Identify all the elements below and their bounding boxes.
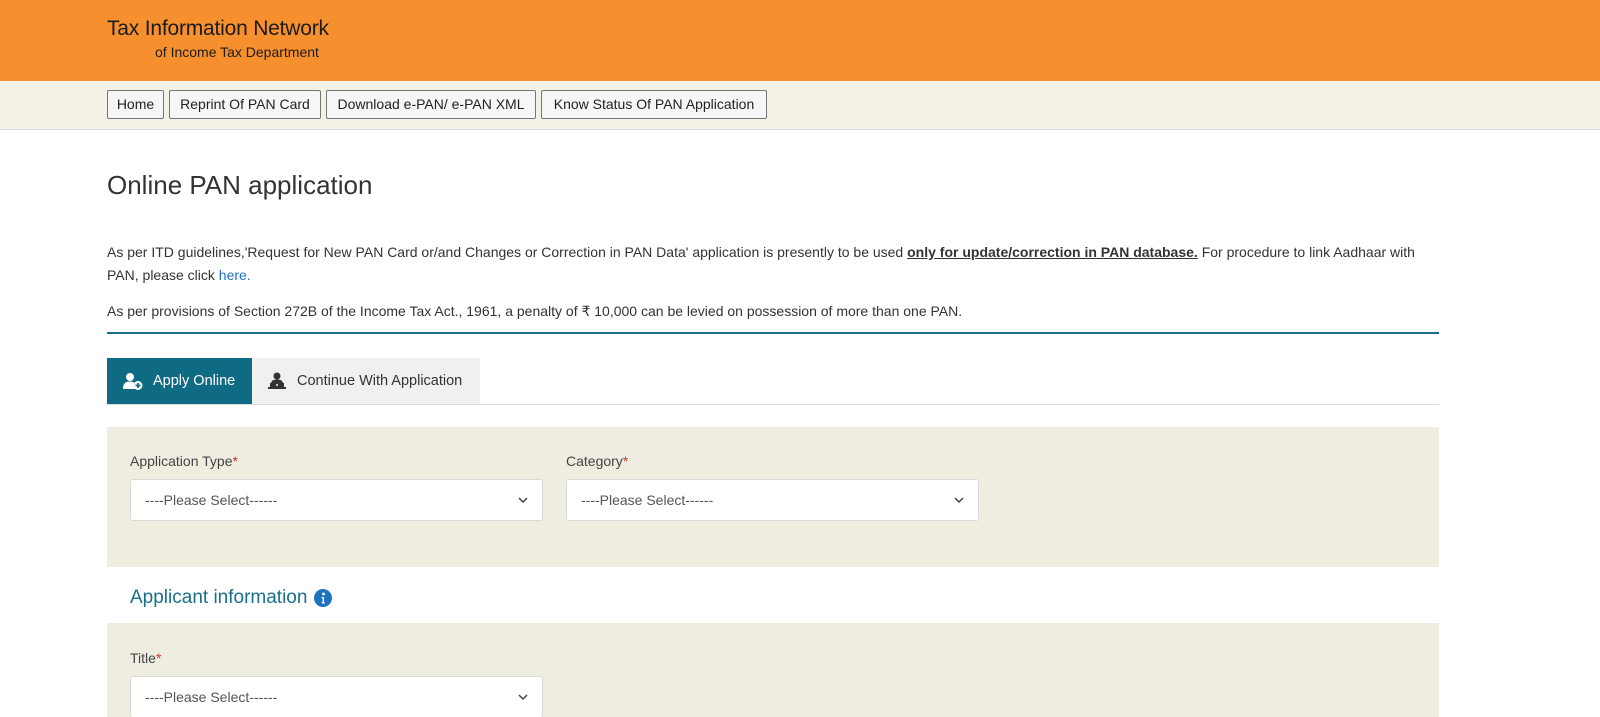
tab-continue-label: Continue With Application [297, 373, 463, 389]
penalty-notice: As per provisions of Section 272B of the… [107, 303, 963, 319]
application-type-label: Application Type* [130, 453, 238, 469]
chevron-down-icon [518, 677, 528, 717]
user-plus-icon [122, 371, 144, 391]
applicant-information-title: Applicant information [130, 587, 308, 608]
top-navigation: Home Reprint Of PAN Card Download e-PAN/… [0, 81, 1600, 130]
guidelines-text: As per ITD guidelines,'Request for New P… [107, 244, 908, 260]
category-label: Category* [566, 453, 629, 469]
aadhaar-link-here[interactable]: here. [219, 267, 251, 283]
tab-apply-online[interactable]: Apply Online [107, 358, 252, 404]
nav-download-epan-button[interactable]: Download e-PAN/ e-PAN XML [326, 90, 536, 119]
nav-reprint-pan-button[interactable]: Reprint Of PAN Card [169, 90, 321, 119]
nav-home-button[interactable]: Home [107, 90, 164, 119]
guidelines-notice: As per ITD guidelines,'Request for New P… [107, 241, 1437, 287]
tab-underline [107, 404, 1439, 405]
title-label: Title* [130, 650, 162, 666]
site-header: Tax Information Network of Income Tax De… [0, 0, 1600, 81]
chevron-down-icon [954, 480, 964, 520]
application-type-select[interactable]: ----Please Select------ [130, 479, 543, 521]
nav-know-status-button[interactable]: Know Status Of PAN Application [541, 90, 767, 119]
user-laptop-icon [266, 371, 288, 391]
chevron-down-icon [518, 480, 528, 520]
brand-subtitle: of Income Tax Department [155, 44, 319, 60]
brand-title[interactable]: Tax Information Network [107, 17, 329, 41]
section-divider [107, 332, 1439, 334]
applicant-information-heading: Applicant information [130, 587, 333, 609]
applicant-information-panel: Title* ----Please Select------ [107, 623, 1439, 717]
tab-apply-online-label: Apply Online [153, 373, 236, 389]
title-value: ----Please Select------ [145, 689, 278, 705]
guidelines-emphasis: only for update/correction in PAN databa… [907, 244, 1198, 260]
application-type-value: ----Please Select------ [145, 492, 278, 508]
application-type-panel: Application Type* ----Please Select-----… [107, 427, 1439, 567]
info-circle-icon[interactable] [314, 589, 333, 607]
category-select[interactable]: ----Please Select------ [566, 479, 979, 521]
tab-continue-with-application[interactable]: Continue With Application [252, 358, 480, 404]
page-title: Online PAN application [107, 170, 373, 200]
category-value: ----Please Select------ [581, 492, 714, 508]
title-select[interactable]: ----Please Select------ [130, 676, 543, 717]
